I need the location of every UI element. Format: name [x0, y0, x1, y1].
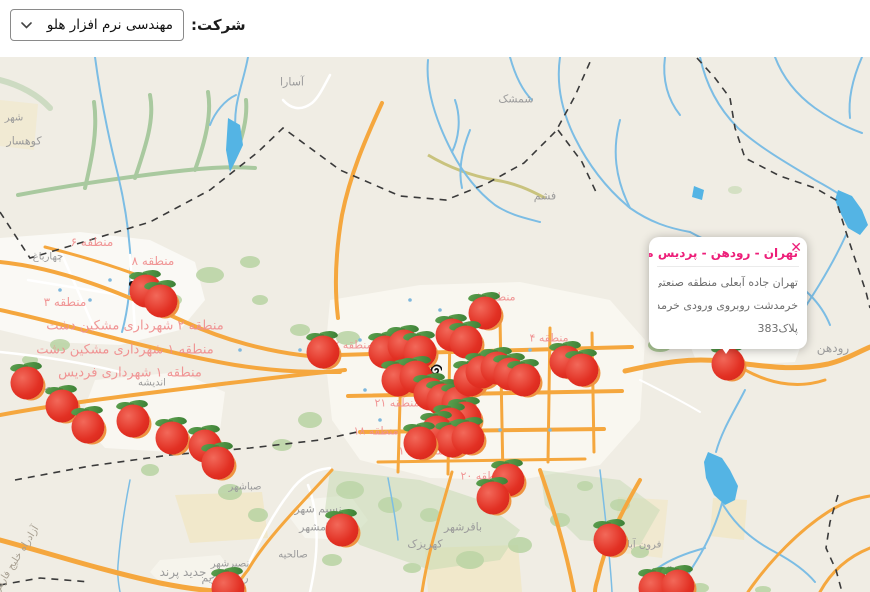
popup-close-icon[interactable]: ✕ — [790, 241, 802, 255]
company-select-value: مهندسی نرم افزار هلو — [47, 17, 173, 33]
popup-address: تهران جاده آبعلی منطقه صنعتی خرمدشت روبر… — [649, 270, 807, 349]
peach-fruit-icon — [452, 422, 485, 455]
peach-marker[interactable] — [9, 365, 46, 402]
peach-fruit-icon — [662, 570, 695, 592]
company-label: شرکت: — [191, 16, 246, 34]
peach-marker[interactable] — [402, 425, 439, 462]
peach-marker[interactable] — [154, 420, 191, 457]
peach-fruit-icon — [594, 524, 627, 557]
map[interactable]: منطقه ۶منطقه ۸منطقه ۳منطقه ۲ شهرداری مشک… — [0, 0, 870, 592]
peach-fruit-icon — [477, 482, 510, 515]
peach-marker[interactable] — [324, 512, 361, 549]
map-popup: ✕ تهران - رودهن - پردیس محاسب تهران جاده… — [649, 237, 807, 349]
app-root: منطقه ۶منطقه ۸منطقه ۳منطقه ۲ شهرداری مشک… — [0, 0, 870, 592]
peach-fruit-icon — [212, 572, 245, 592]
top-toolbar: شرکت: مهندسی نرم افزار هلو — [0, 0, 870, 57]
peach-marker[interactable] — [210, 570, 247, 592]
peach-marker[interactable] — [450, 420, 487, 457]
popup-address-line: پلاک383 — [658, 317, 798, 340]
peach-marker[interactable] — [70, 409, 107, 446]
peach-marker[interactable] — [506, 362, 543, 399]
popup-title: تهران - رودهن - پردیس محاسب — [649, 237, 807, 264]
popup-divider — [657, 266, 799, 267]
peach-fruit-icon — [202, 447, 235, 480]
peach-marker[interactable] — [660, 568, 697, 592]
peach-marker[interactable] — [564, 352, 601, 389]
peach-fruit-icon — [72, 411, 105, 444]
peach-marker[interactable] — [305, 334, 342, 371]
peach-fruit-icon — [307, 336, 340, 369]
popup-address-line: خرمدشت روبروی ورودی خرمدشت — [658, 294, 798, 317]
peach-marker[interactable] — [592, 522, 629, 559]
peach-fruit-icon — [11, 367, 44, 400]
peach-fruit-icon — [145, 285, 178, 318]
chevron-down-icon — [21, 22, 32, 29]
peach-marker[interactable] — [115, 403, 152, 440]
peach-fruit-icon — [117, 405, 150, 438]
peach-fruit-icon — [156, 422, 189, 455]
company-field-group: شرکت: مهندسی نرم افزار هلو — [10, 9, 246, 41]
popup-address-line: تهران جاده آبعلی منطقه صنعتی — [658, 271, 798, 294]
peach-fruit-icon — [566, 354, 599, 387]
peach-marker[interactable] — [143, 283, 180, 320]
company-select[interactable]: مهندسی نرم افزار هلو — [10, 9, 184, 41]
peach-fruit-icon — [508, 364, 541, 397]
peach-marker[interactable] — [475, 480, 512, 517]
peach-fruit-icon — [404, 427, 437, 460]
peach-fruit-icon — [326, 514, 359, 547]
peach-marker[interactable] — [200, 445, 237, 482]
